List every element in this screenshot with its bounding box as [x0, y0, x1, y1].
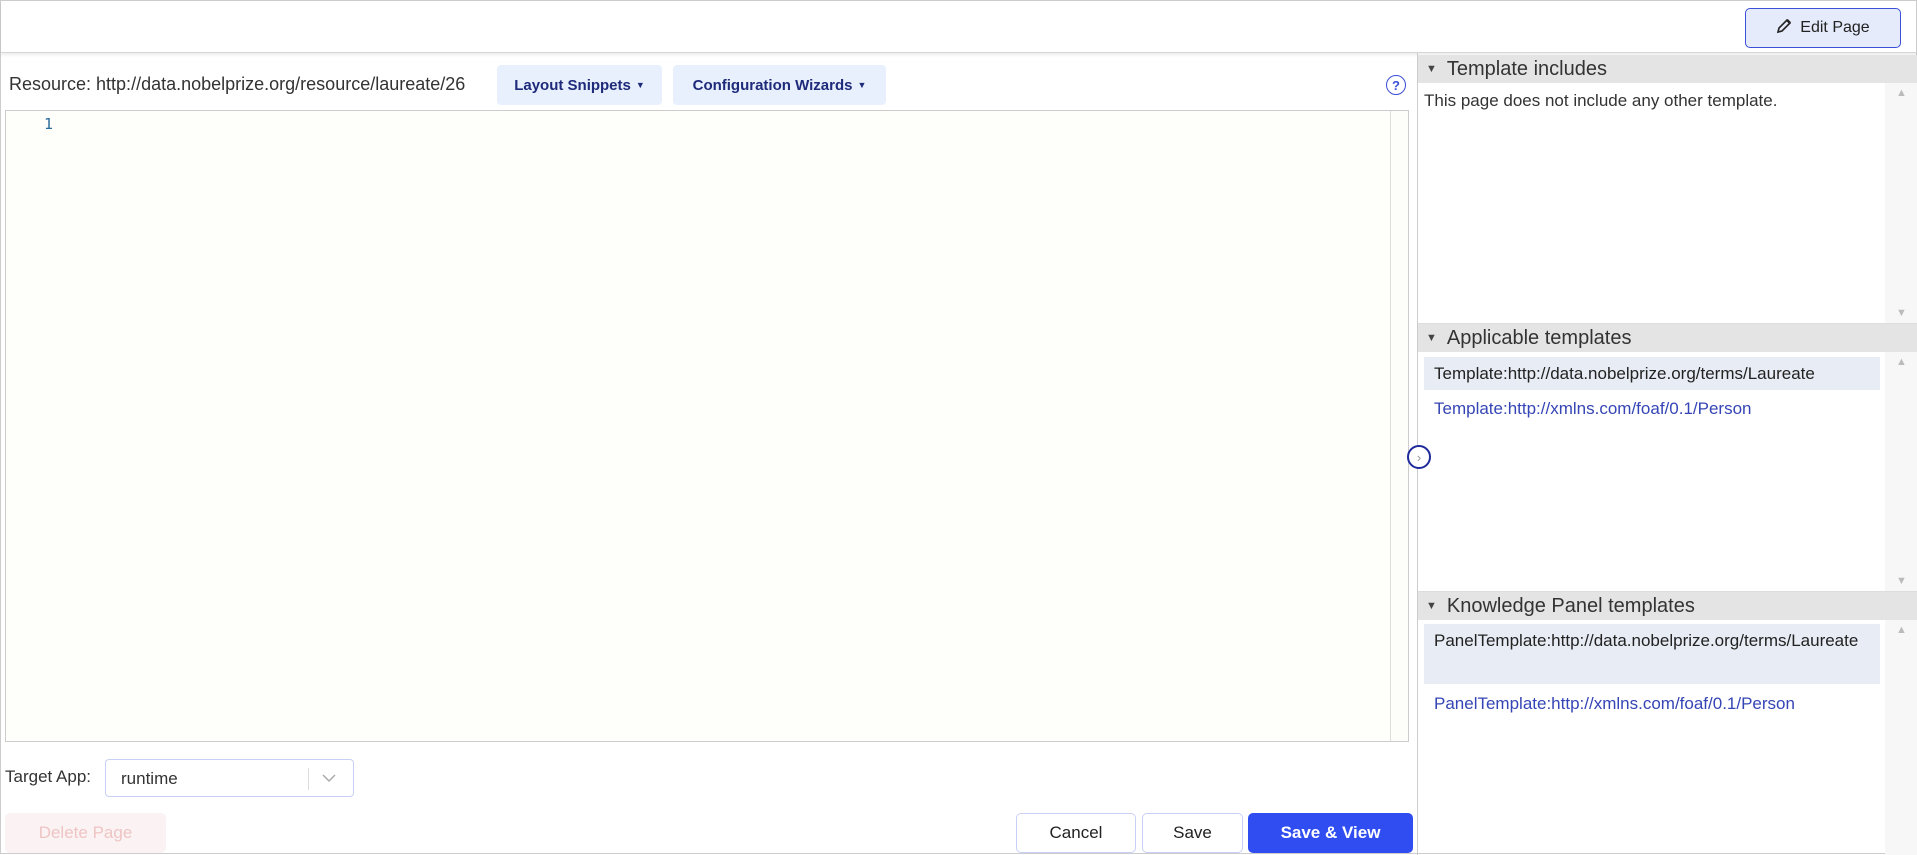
knowledge-template-item[interactable]: PanelTemplate:http://data.nobelprize.org… [1424, 624, 1880, 684]
knowledge-panel-templates-header[interactable]: ▼ Knowledge Panel templates [1418, 592, 1917, 620]
section-title: Template includes [1446, 57, 1607, 80]
template-includes-body: This page does not include any other tem… [1418, 83, 1917, 324]
editor-scrollbar[interactable] [1390, 111, 1408, 741]
caret-down-icon: ▼ [635, 80, 645, 90]
code-editor[interactable]: 1 [5, 110, 1409, 742]
edit-page-label: Edit Page [1800, 19, 1870, 36]
scroll-up-icon[interactable]: ▲ [1896, 624, 1907, 636]
caret-down-icon: ▼ [857, 80, 867, 90]
templates-panel: ▼ Template includes This page does not in… [1417, 53, 1917, 855]
scroll-up-icon[interactable]: ▲ [1896, 87, 1907, 99]
cancel-button[interactable]: Cancel [1016, 813, 1136, 853]
chevron-right-icon: › [1416, 449, 1422, 465]
target-app-select[interactable]: runtime [105, 759, 354, 797]
line-number: 1 [44, 115, 54, 133]
resource-label: Resource: http://data.nobelprize.org/res… [9, 74, 466, 94]
scrollbar[interactable]: ▲ ▼ [1885, 83, 1917, 323]
empty-message: This page does not include any other tem… [1424, 91, 1778, 110]
target-app-value: runtime [121, 769, 178, 788]
section-title: Applicable templates [1446, 326, 1632, 349]
scroll-down-icon[interactable]: ▼ [1896, 307, 1907, 319]
configuration-wizards-dropdown[interactable]: Configuration Wizards ▼ [673, 65, 886, 105]
collapse-panel-toggle[interactable]: › [1407, 445, 1431, 469]
layout-snippets-label: Layout Snippets [514, 76, 631, 94]
applicable-templates-header[interactable]: ▼ Applicable templates [1418, 324, 1917, 352]
edit-page-button[interactable]: Edit Page [1745, 8, 1901, 48]
knowledge-panel-templates-body: PanelTemplate:http://data.nobelprize.org… [1418, 620, 1917, 855]
section-title: Knowledge Panel templates [1446, 594, 1695, 617]
applicable-template-item[interactable]: Template:http://data.nobelprize.org/term… [1424, 357, 1880, 390]
applicable-template-item[interactable]: Template:http://xmlns.com/foaf/0.1/Perso… [1424, 392, 1880, 425]
pencil-icon [1776, 18, 1792, 39]
applicable-templates-body: Template:http://data.nobelprize.org/term… [1418, 352, 1917, 592]
collapse-triangle-icon: ▼ [1426, 332, 1437, 344]
collapse-triangle-icon: ▼ [1426, 600, 1437, 612]
delete-page-button[interactable]: Delete Page [5, 813, 166, 853]
template-includes-header[interactable]: ▼ Template includes [1418, 55, 1917, 83]
scrollbar[interactable]: ▲ [1885, 620, 1917, 855]
chevron-down-icon [321, 766, 337, 795]
scroll-up-icon[interactable]: ▲ [1896, 356, 1907, 368]
collapse-triangle-icon: ▼ [1426, 63, 1437, 75]
save-button[interactable]: Save [1142, 813, 1243, 853]
target-app-label: Target App: [5, 767, 92, 786]
select-separator [308, 768, 309, 790]
save-and-view-button[interactable]: Save & View [1248, 813, 1413, 853]
scrollbar[interactable]: ▲ ▼ [1885, 352, 1917, 591]
top-toolbar [1, 1, 1917, 53]
scroll-down-icon[interactable]: ▼ [1896, 575, 1907, 587]
layout-snippets-dropdown[interactable]: Layout Snippets ▼ [497, 65, 662, 105]
knowledge-template-item[interactable]: PanelTemplate:http://xmlns.com/foaf/0.1/… [1424, 687, 1880, 720]
help-icon[interactable]: ? [1386, 75, 1406, 95]
configuration-wizards-label: Configuration Wizards [692, 76, 853, 94]
